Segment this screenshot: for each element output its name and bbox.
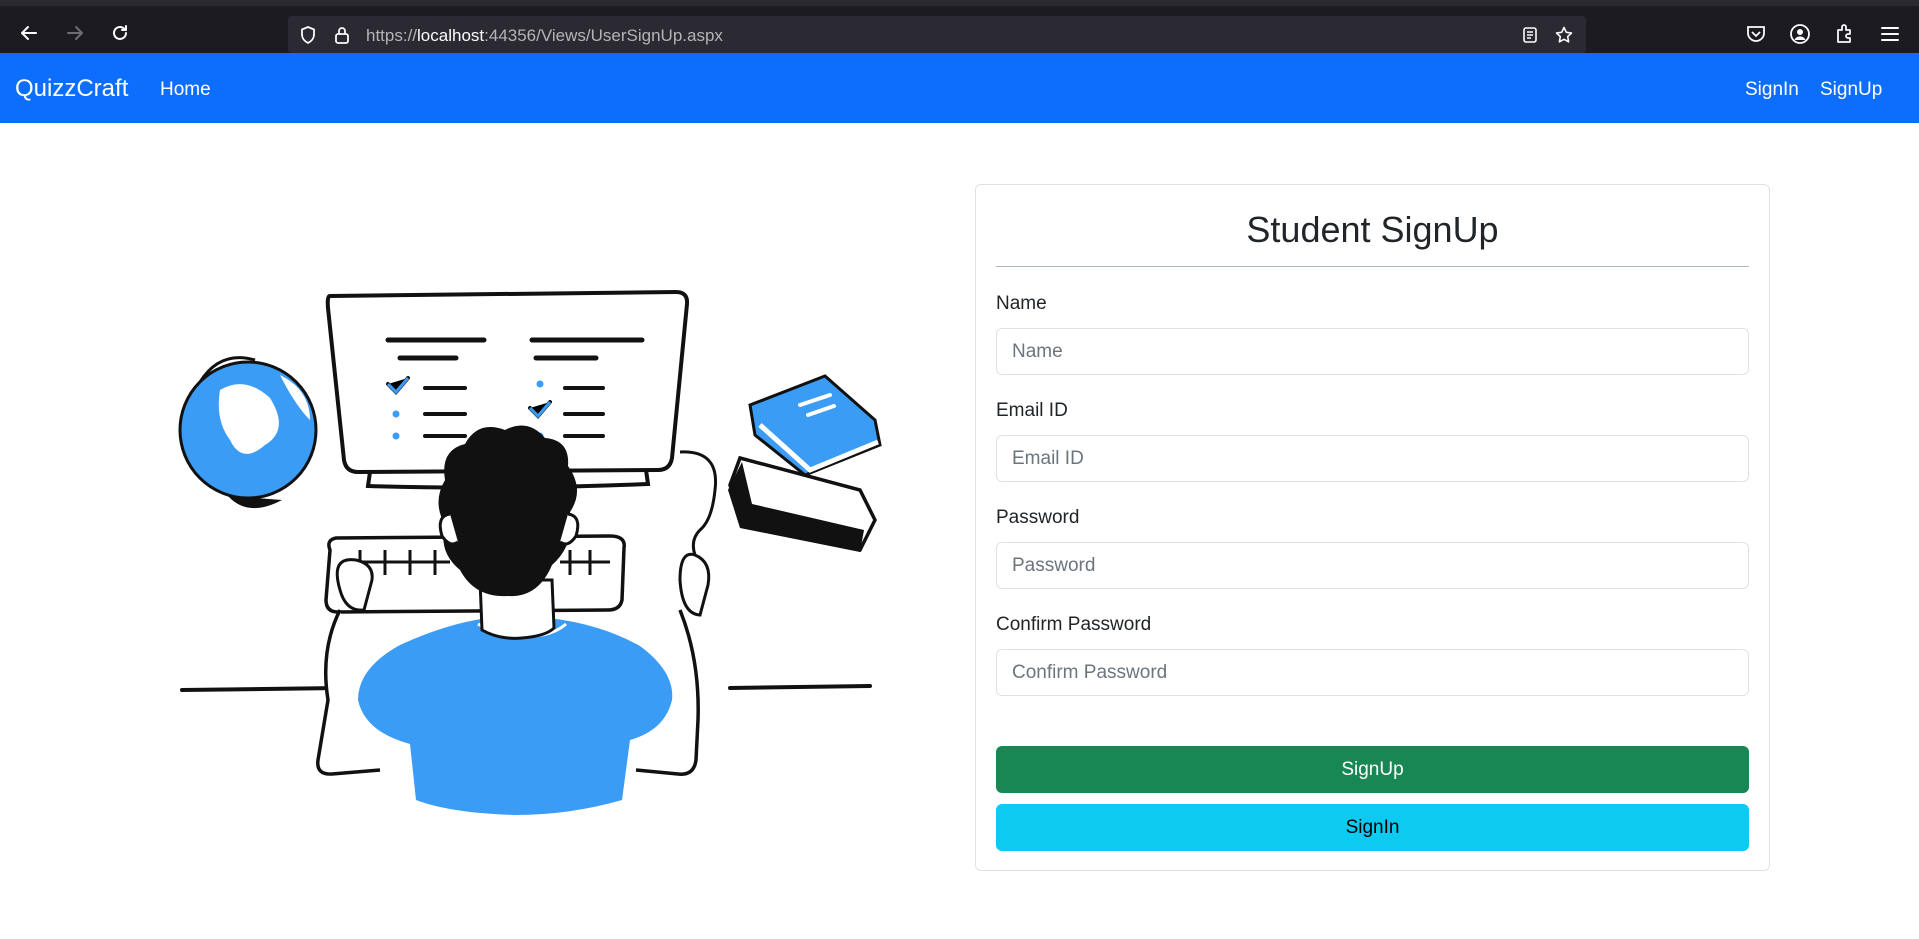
globe-illustration	[178, 356, 318, 509]
signin-button[interactable]: SignIn	[996, 804, 1749, 851]
reader-view-icon[interactable]	[1520, 25, 1540, 45]
navbar: QuizzCraft Home SignIn SignUp	[0, 53, 1919, 123]
student-at-computer-illustration	[178, 289, 882, 815]
password-input[interactable]	[996, 542, 1749, 589]
menu-icon[interactable]	[1878, 22, 1902, 46]
back-arrow-icon[interactable]	[14, 18, 44, 48]
browser-toolbar: https://localhost:44356/Views/UserSignUp…	[0, 0, 1919, 53]
bookmark-star-icon[interactable]	[1554, 25, 1574, 45]
address-bar[interactable]: https://localhost:44356/Views/UserSignUp…	[288, 16, 1586, 53]
nav-home-link[interactable]: Home	[160, 79, 211, 101]
extensions-icon[interactable]	[1833, 22, 1857, 46]
shield-icon[interactable]	[298, 25, 318, 45]
brand-link[interactable]: QuizzCraft	[15, 75, 128, 103]
confirm-password-label: Confirm Password	[996, 614, 1152, 635]
signup-card: Student SignUp Name Email ID Password Co…	[975, 184, 1770, 871]
name-input[interactable]	[996, 328, 1749, 375]
signup-button[interactable]: SignUp	[996, 746, 1749, 793]
title-divider	[996, 266, 1749, 267]
confirm-password-input[interactable]	[996, 649, 1749, 696]
pocket-icon[interactable]	[1744, 22, 1768, 46]
password-label: Password	[996, 507, 1080, 528]
books-illustration	[728, 374, 882, 553]
forward-arrow-icon[interactable]	[60, 18, 90, 48]
nav-signin-link[interactable]: SignIn	[1745, 79, 1799, 101]
reload-icon[interactable]	[105, 18, 135, 48]
nav-signup-link[interactable]: SignUp	[1820, 79, 1882, 101]
name-label: Name	[996, 293, 1047, 314]
account-icon[interactable]	[1788, 22, 1812, 46]
url-text: https://localhost:44356/Views/UserSignUp…	[366, 26, 723, 45]
form-title: Student SignUp	[1246, 209, 1499, 250]
email-input[interactable]	[996, 435, 1749, 482]
email-label: Email ID	[996, 400, 1068, 421]
lock-icon[interactable]	[332, 25, 352, 45]
